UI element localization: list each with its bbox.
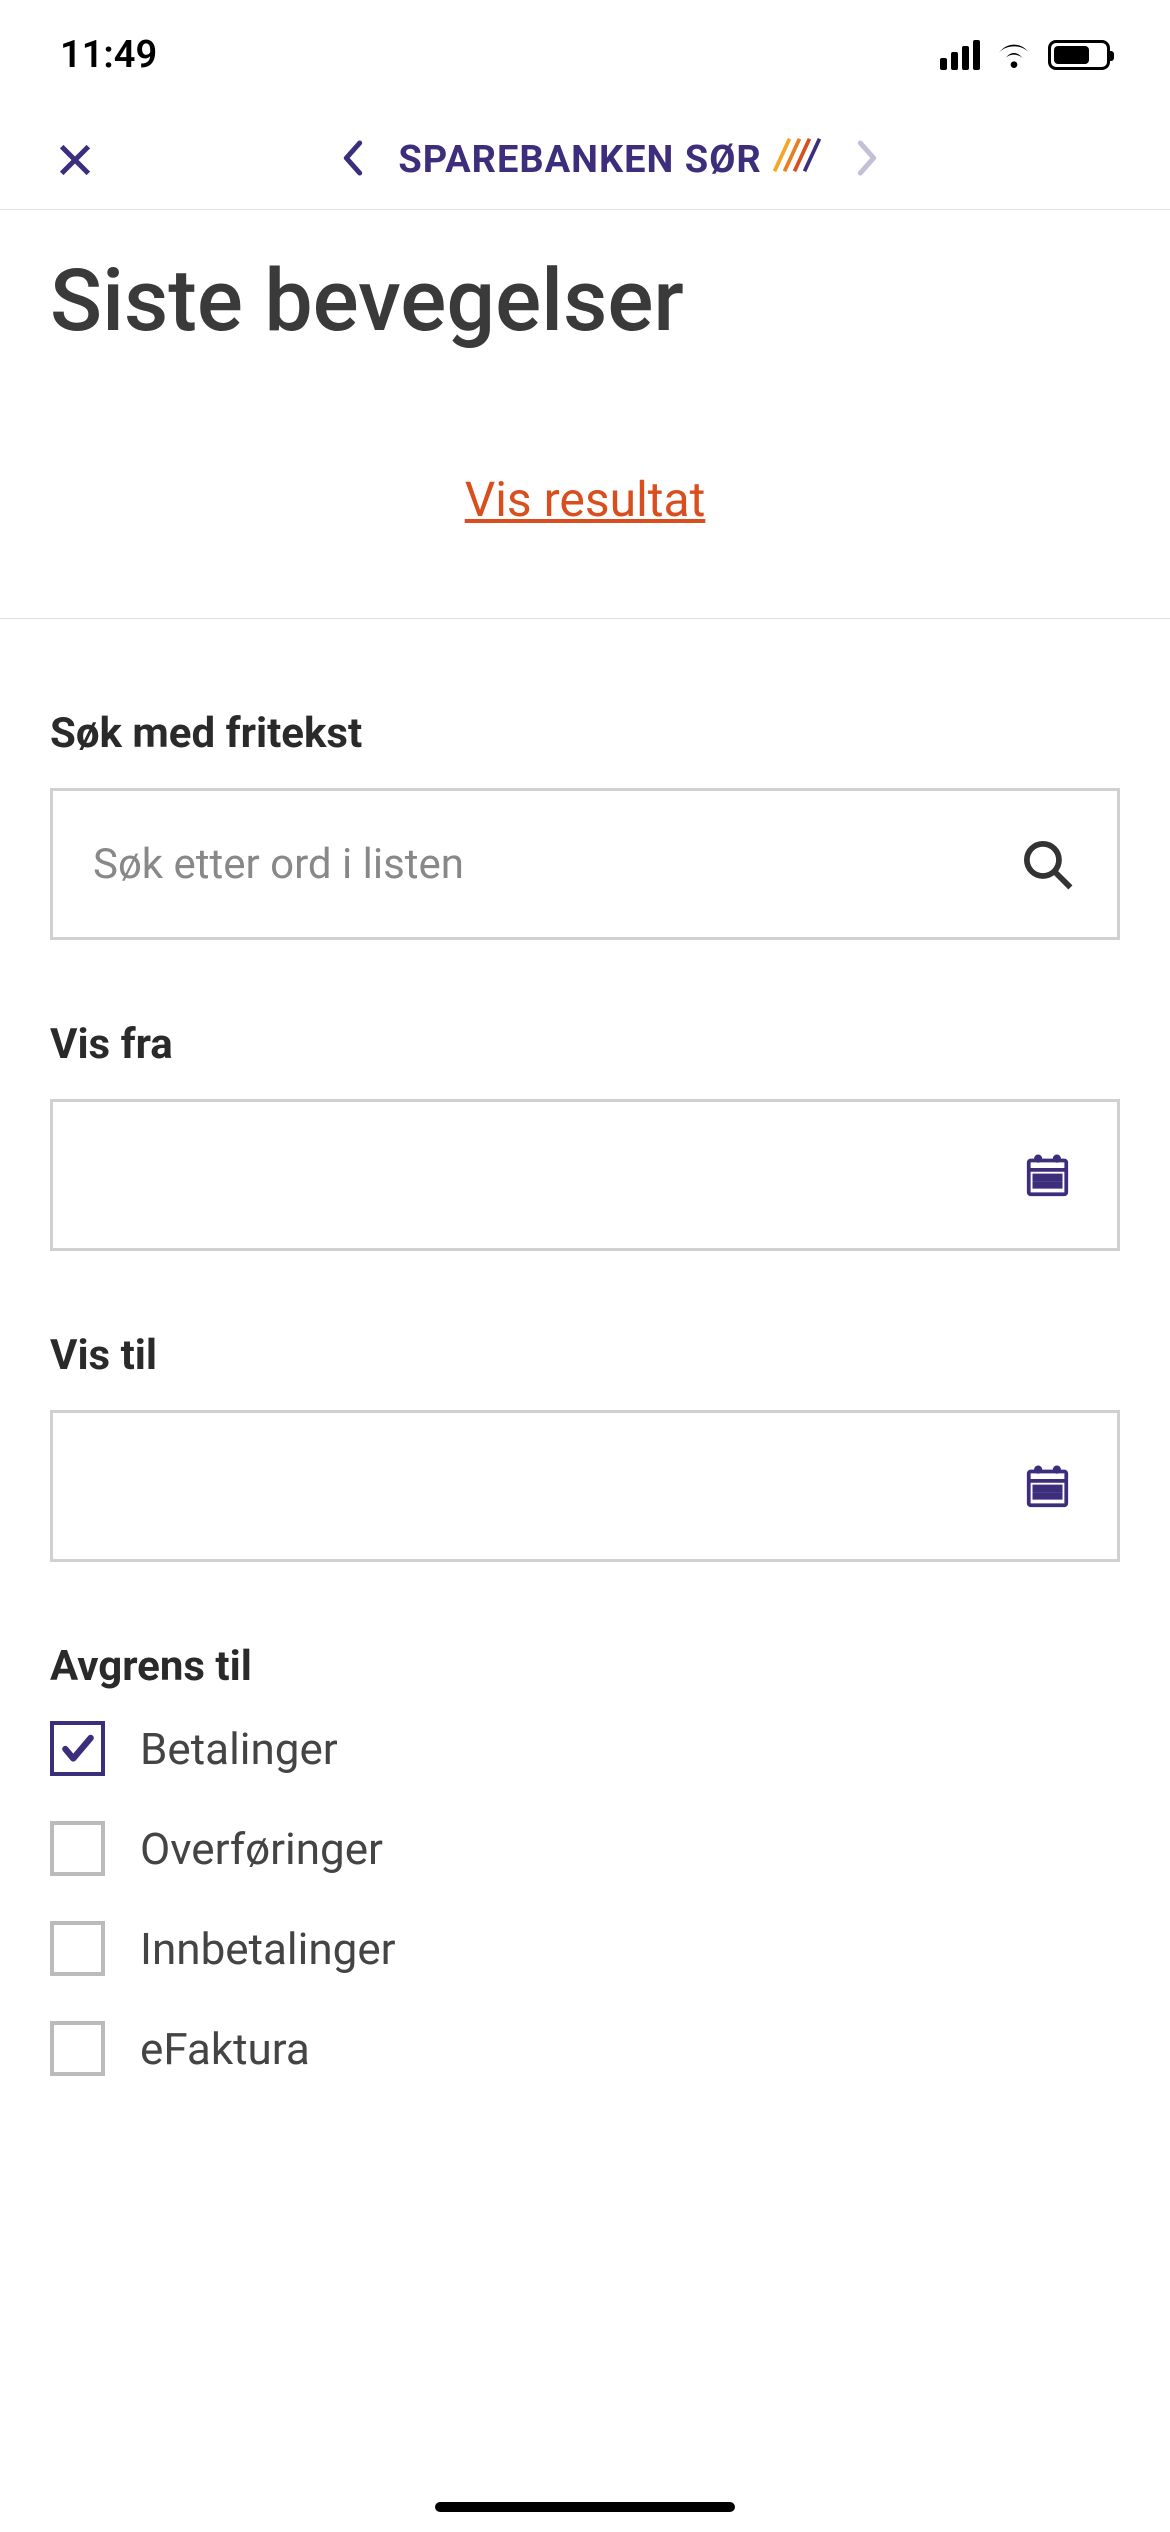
signal-icon [940, 40, 980, 70]
page-title: Siste bevegelser [50, 250, 1120, 351]
close-button[interactable] [50, 135, 100, 185]
date-to-label: Vis til [50, 1331, 1120, 1380]
search-label: Søk med fritekst [50, 709, 1120, 758]
checkbox-item-innbetalinger[interactable]: Innbetalinger [50, 1921, 1120, 1976]
search-input-wrapper [50, 788, 1120, 940]
battery-icon [1048, 40, 1110, 70]
checkbox-group: Betalinger Overføringer Innbetalinger eF… [50, 1721, 1120, 2076]
status-time: 11:49 [60, 33, 157, 77]
date-to-section: Vis til [50, 1331, 1120, 1562]
checkbox-item-overforinger[interactable]: Overføringer [50, 1821, 1120, 1876]
checkbox-box [50, 1721, 105, 1776]
checkbox-box [50, 2021, 105, 2076]
status-bar: 11:49 [0, 0, 1170, 110]
date-from-label: Vis fra [50, 1020, 1120, 1069]
checkbox-item-betalinger[interactable]: Betalinger [50, 1721, 1120, 1776]
checkbox-label: Betalinger [140, 1723, 338, 1775]
date-from-input[interactable] [93, 1151, 1017, 1200]
nav-bar: SPAREBANKEN SØR [0, 110, 1170, 210]
filter-label: Avgrens til [50, 1642, 1120, 1691]
calendar-icon[interactable] [1017, 1456, 1077, 1516]
date-from-input-wrapper [50, 1099, 1120, 1251]
main-content: Siste bevegelser Vis resultat Søk med fr… [0, 210, 1170, 2076]
search-section: Søk med fritekst [50, 709, 1120, 940]
checkbox-label: Innbetalinger [140, 1923, 396, 1975]
bank-logo-icon [772, 135, 822, 185]
filter-section: Avgrens til Betalinger Overføringer Innb… [50, 1642, 1120, 2076]
checkbox-label: Overføringer [140, 1823, 383, 1875]
nav-title: SPAREBANKEN SØR [398, 135, 821, 185]
date-to-input[interactable] [93, 1462, 1017, 1511]
nav-forward-button[interactable] [852, 138, 882, 182]
date-from-section: Vis fra [50, 1020, 1120, 1251]
date-to-input-wrapper [50, 1410, 1120, 1562]
search-icon[interactable] [1017, 834, 1077, 894]
calendar-icon[interactable] [1017, 1145, 1077, 1205]
home-indicator[interactable] [435, 2502, 735, 2512]
show-result-link[interactable]: Vis resultat [50, 471, 1120, 528]
checkbox-label: eFaktura [140, 2023, 310, 2075]
status-icons [940, 38, 1110, 72]
divider [0, 618, 1170, 619]
checkbox-box [50, 1921, 105, 1976]
wifi-icon [994, 38, 1034, 72]
checkbox-box [50, 1821, 105, 1876]
search-input[interactable] [93, 840, 1017, 889]
nav-back-button[interactable] [338, 138, 368, 182]
checkbox-item-efaktura[interactable]: eFaktura [50, 2021, 1120, 2076]
